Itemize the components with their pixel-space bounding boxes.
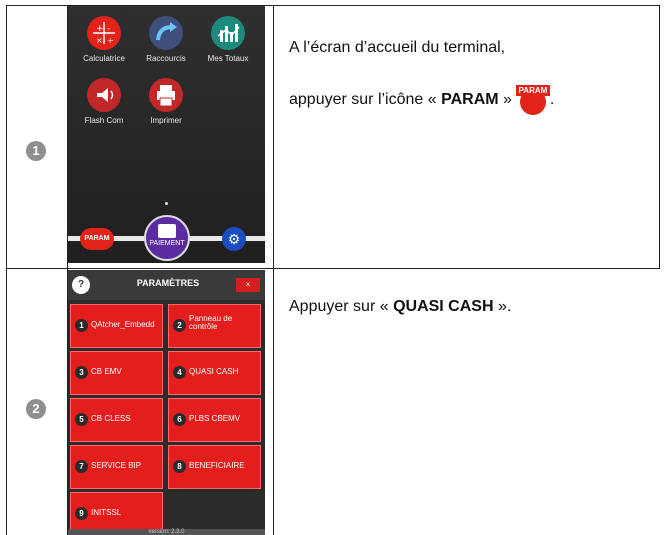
tile-service-bip[interactable]: 7 SERVICE BIP — [70, 445, 163, 489]
tile-cb-emv[interactable]: 3 CB EMV — [70, 351, 163, 395]
step-2-line: Appuyer sur « QUASI CASH ». — [289, 298, 511, 316]
table-col-divider-2 — [273, 5, 274, 535]
tile-number: 3 — [75, 366, 88, 379]
tile-number: 8 — [173, 460, 186, 473]
param-icon: PARAM — [515, 85, 550, 115]
tile-label: CB CLESS — [91, 415, 131, 423]
tile-quasi-cash[interactable]: 4 QUASI CASH — [168, 351, 261, 395]
tile-label: INITSSL — [91, 509, 122, 517]
param-button[interactable]: PARAM — [80, 228, 114, 250]
step-1-line-2: appuyer sur l’icône « PARAM » PARAM. — [289, 85, 554, 115]
app-label: Calculatrice — [83, 54, 125, 63]
totals-chart-icon — [211, 16, 245, 50]
tile-label: PLBS CBEMV — [189, 415, 241, 423]
step-1-period: . — [549, 91, 555, 109]
tile-label: BENEFICIAIRE — [189, 462, 245, 470]
svg-text:-: - — [107, 24, 110, 34]
tile-number: 9 — [75, 507, 88, 520]
calculator-icon: + - × ÷ — [87, 16, 121, 50]
tile-beneficiaire[interactable]: 8 BENEFICIAIRE — [168, 445, 261, 489]
app-label: Raccourcis — [146, 54, 186, 63]
tile-label: SERVICE BIP — [91, 462, 142, 470]
home-screen-screenshot: + - × ÷ Calculatrice Raccourcis Mes Totaux … — [68, 6, 265, 263]
version-text: version: 2.3.0 — [68, 529, 265, 535]
app-imprimer[interactable]: Imprimer — [134, 78, 198, 125]
shortcut-arrow-icon — [149, 16, 183, 50]
printer-icon — [149, 78, 183, 112]
step-2-badge: 2 — [26, 399, 46, 419]
step-2-text-bold: QUASI CASH — [393, 298, 494, 315]
tile-number: 6 — [173, 413, 186, 426]
tile-number: 1 — [75, 319, 88, 332]
tile-label: QAtcher_Embedd — [91, 321, 155, 329]
svg-text:+: + — [96, 24, 104, 34]
tile-cb-cless[interactable]: 5 CB CLESS — [70, 398, 163, 442]
payment-button[interactable]: PAIEMENT — [144, 215, 190, 261]
table-row-divider — [6, 268, 660, 269]
step-2-text-prefix: Appuyer sur « — [289, 298, 394, 315]
tile-label: CB EMV — [91, 368, 122, 376]
param-screen-header: ? PARAMÈTRES × — [68, 270, 265, 300]
step-1-line-1: A l’écran d’accueil du terminal, — [289, 39, 506, 56]
tile-label: QUASI CASH — [189, 368, 239, 376]
close-button[interactable]: × — [236, 278, 260, 292]
tile-qatcher[interactable]: 1 QAtcher_Embedd — [70, 304, 163, 348]
param-screen-title: PARAMÈTRES — [136, 278, 200, 288]
param-icon-label: PARAM — [515, 85, 550, 96]
app-raccourcis[interactable]: Raccourcis — [134, 16, 198, 63]
tile-panneau-de-controle[interactable]: 2 Panneau de contrôle — [168, 304, 261, 348]
payment-label: PAIEMENT — [149, 240, 185, 247]
svg-text:÷: ÷ — [107, 36, 114, 45]
step-1-badge: 1 — [26, 141, 46, 161]
app-calculatrice[interactable]: + - × ÷ Calculatrice — [72, 16, 136, 63]
tile-number: 5 — [75, 413, 88, 426]
gear-icon[interactable]: ⚙ — [222, 227, 246, 251]
tile-label: Panneau de contrôle — [189, 315, 233, 332]
tile-number: 4 — [173, 366, 186, 379]
app-mes-totaux[interactable]: Mes Totaux — [196, 16, 260, 63]
card-terminal-icon — [158, 224, 176, 238]
step-1-text-suffix: » — [498, 91, 512, 109]
table-left-border — [6, 5, 7, 535]
svg-text:×: × — [96, 36, 103, 45]
app-label: Flash Com — [84, 116, 124, 125]
tile-number: 2 — [173, 319, 186, 332]
app-label: Mes Totaux — [207, 54, 249, 63]
step-1-text-bold: PARAM — [441, 91, 499, 109]
tile-plbs-cbemv[interactable]: 6 PLBS CBEMV — [168, 398, 261, 442]
table-right-border — [659, 5, 660, 269]
flash-com-icon — [87, 78, 121, 112]
param-screen-screenshot: ? PARAMÈTRES × 1 QAtcher_Embedd 2 Panneau … — [68, 270, 265, 535]
step-1-text-prefix: appuyer sur l’icône « — [289, 91, 442, 109]
help-button[interactable]: ? — [72, 276, 90, 294]
page-indicator-dot — [165, 202, 168, 205]
app-label: Imprimer — [150, 116, 182, 125]
tile-number: 7 — [75, 460, 88, 473]
step-2-text-suffix: ». — [493, 298, 512, 315]
app-flash-com[interactable]: Flash Com — [72, 78, 136, 125]
